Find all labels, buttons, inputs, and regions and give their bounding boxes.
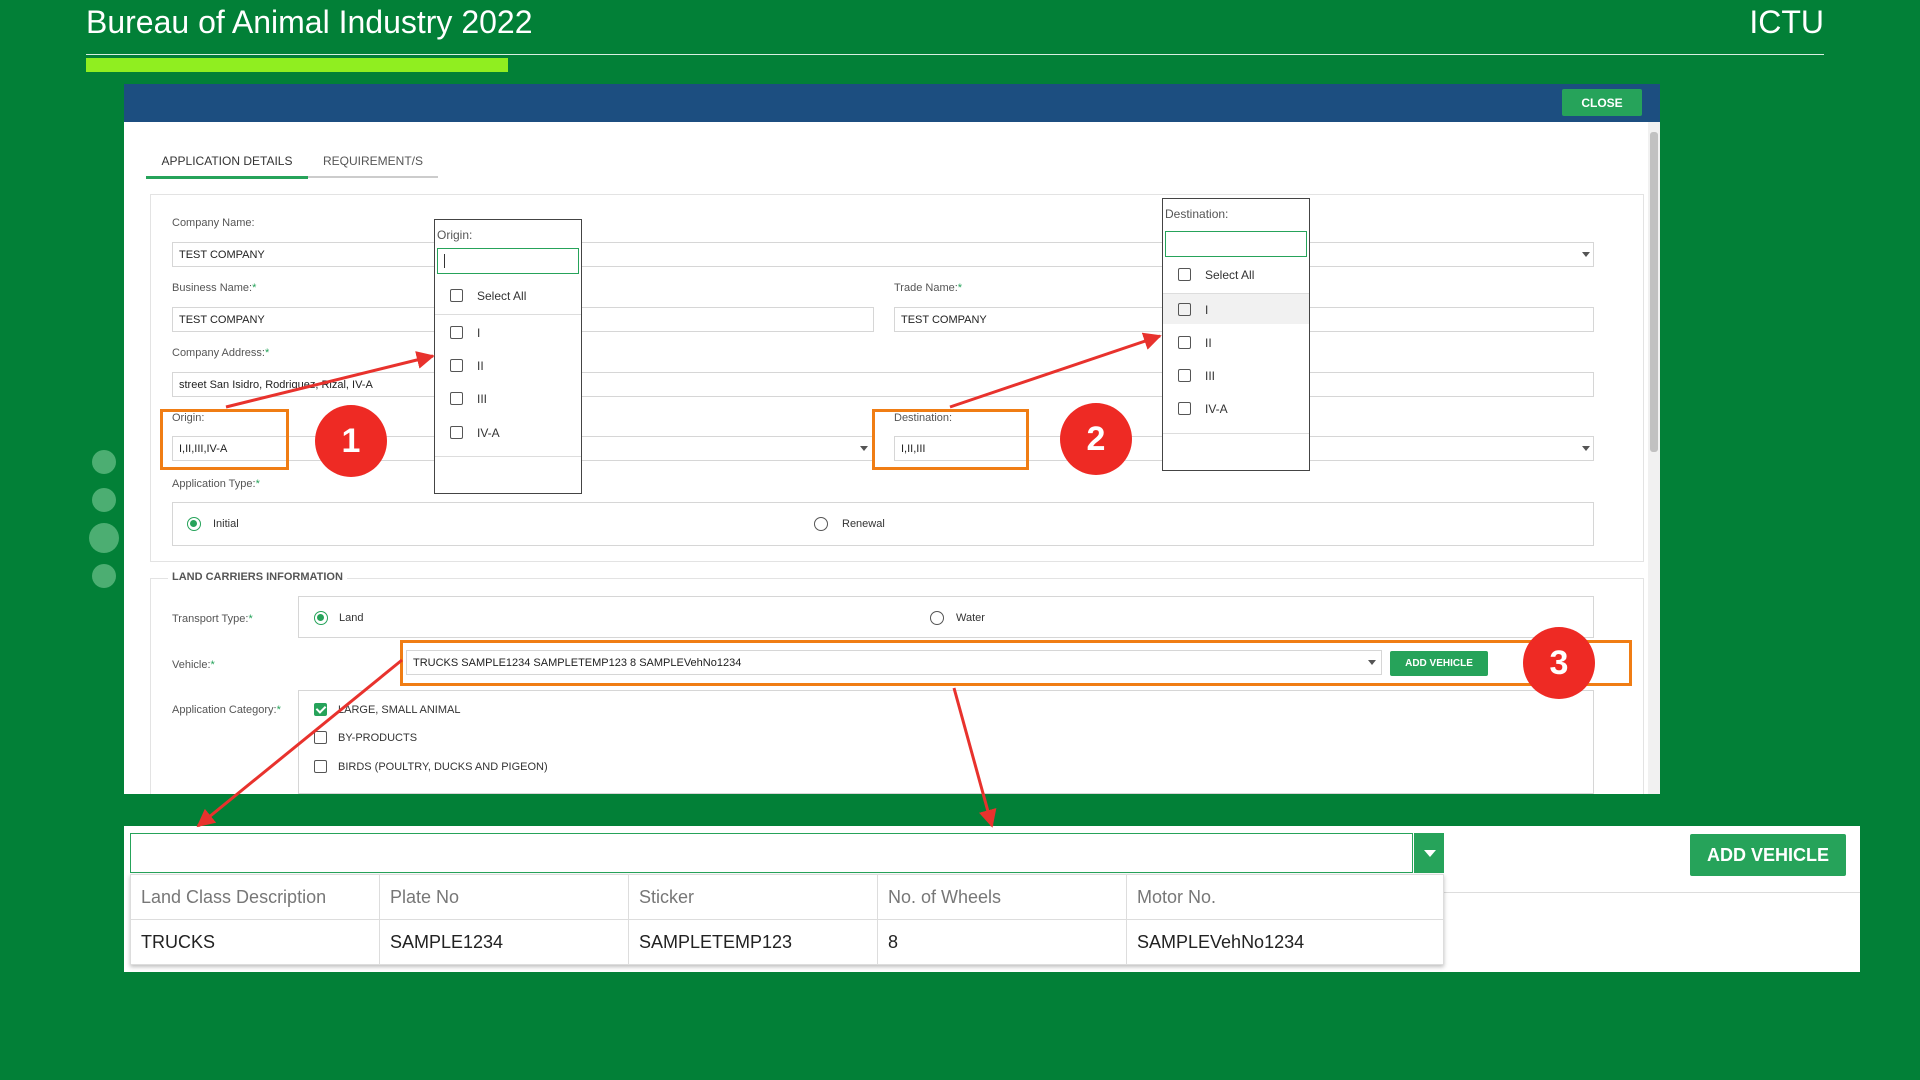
origin-option-checkbox[interactable] bbox=[450, 392, 463, 405]
scrollbar[interactable] bbox=[1648, 122, 1660, 794]
zoom-divider bbox=[1444, 892, 1860, 893]
origin-option-checkbox[interactable] bbox=[450, 326, 463, 339]
destination-option-label: IV-A bbox=[1205, 402, 1228, 416]
checkbox-by-products-label: BY-PRODUCTS bbox=[338, 732, 418, 744]
origin-option-label: III bbox=[477, 392, 488, 406]
trade-name-value: TEST COMPANY bbox=[901, 314, 987, 326]
origin-search-input[interactable] bbox=[437, 248, 579, 274]
company-address-field[interactable]: street San Isidro, Rodriguez, Rizal, IV-… bbox=[172, 372, 1594, 397]
transport-type-label: Transport Type:* bbox=[172, 613, 253, 625]
origin-highlight bbox=[160, 409, 289, 470]
destination-option-checkbox[interactable] bbox=[1178, 402, 1191, 415]
chevron-down-icon bbox=[1582, 252, 1590, 257]
destination-dropdown: Destination: Select All I II III IV-A bbox=[1162, 198, 1310, 471]
land-carriers-title: LAND CARRIERS INFORMATION bbox=[168, 571, 347, 583]
radio-initial-label: Initial bbox=[213, 518, 239, 530]
application-category-group bbox=[298, 690, 1594, 794]
origin-option-label: II bbox=[477, 359, 484, 373]
origin-option-label: I bbox=[477, 326, 481, 340]
origin-select-all-checkbox[interactable] bbox=[450, 289, 463, 302]
title-rule bbox=[86, 54, 1824, 55]
origin-select-all-label: Select All bbox=[477, 289, 527, 303]
vehicle-dropdown-zoom: ADD VEHICLE Land Class Description Plate… bbox=[124, 826, 1860, 972]
vehicle-table-header: Land Class Description Plate No Sticker … bbox=[130, 874, 1444, 920]
transport-type-group bbox=[298, 596, 1594, 638]
company-address-label: Company Address:* bbox=[172, 347, 270, 359]
checkbox-large-small-animal-label: LARGE, SMALL ANIMAL bbox=[338, 704, 461, 716]
company-name-select[interactable]: TEST COMPANY bbox=[172, 242, 1594, 267]
origin-dropdown-title: Origin: bbox=[437, 228, 473, 242]
trade-name-label: Trade Name:* bbox=[894, 282, 963, 294]
business-name-label: Business Name:* bbox=[172, 282, 257, 294]
zoom-add-vehicle-button[interactable]: ADD VEHICLE bbox=[1690, 834, 1846, 876]
table-cell: 8 bbox=[877, 919, 1127, 965]
decor-dot bbox=[89, 523, 119, 553]
radio-renewal[interactable] bbox=[814, 517, 828, 531]
destination-select-all-label: Select All bbox=[1205, 268, 1255, 282]
origin-dropdown: Origin: Select All I II III IV-A bbox=[434, 219, 582, 494]
table-row[interactable]: TRUCKS SAMPLE1234 SAMPLETEMP123 8 SAMPLE… bbox=[130, 919, 1444, 965]
close-button[interactable]: CLOSE bbox=[1562, 89, 1642, 116]
checkbox-birds-label: BIRDS (POULTRY, DUCKS AND PIGEON) bbox=[338, 761, 548, 773]
origin-option-label: IV-A bbox=[477, 426, 500, 440]
destination-highlight bbox=[872, 409, 1029, 470]
company-address-value: street San Isidro, Rodriguez, Rizal, IV-… bbox=[179, 379, 373, 391]
tab-application-details[interactable]: APPLICATION DETAILS bbox=[146, 146, 308, 179]
application-type-label: Application Type:* bbox=[172, 478, 260, 490]
radio-water-label: Water bbox=[956, 612, 985, 624]
scroll-thumb[interactable] bbox=[1650, 132, 1658, 452]
decor-dot bbox=[92, 564, 116, 588]
destination-option-checkbox[interactable] bbox=[1178, 336, 1191, 349]
column-header: Sticker bbox=[628, 874, 878, 920]
step-badge-2: 2 bbox=[1060, 403, 1132, 475]
column-header: Motor No. bbox=[1126, 874, 1444, 920]
origin-option-checkbox[interactable] bbox=[450, 426, 463, 439]
checkbox-birds[interactable] bbox=[314, 760, 327, 773]
vehicle-zoom-dropdown-toggle[interactable] bbox=[1414, 833, 1444, 873]
company-name-value: TEST COMPANY bbox=[179, 249, 265, 261]
vehicle-zoom-input[interactable] bbox=[130, 833, 1413, 873]
table-cell: SAMPLEVehNo1234 bbox=[1126, 919, 1444, 965]
column-header: Land Class Description bbox=[130, 874, 380, 920]
vehicle-table: Land Class Description Plate No Sticker … bbox=[130, 874, 1444, 965]
app-header: CLOSE bbox=[124, 84, 1660, 122]
column-header: Plate No bbox=[379, 874, 629, 920]
chevron-down-icon bbox=[1424, 850, 1436, 857]
radio-water[interactable] bbox=[930, 611, 944, 625]
vehicle-highlight bbox=[400, 640, 1632, 686]
table-cell: TRUCKS bbox=[130, 919, 380, 965]
checkbox-by-products[interactable] bbox=[314, 731, 327, 744]
chevron-down-icon bbox=[1582, 446, 1590, 451]
business-name-value: TEST COMPANY bbox=[179, 314, 265, 326]
destination-option-label: II bbox=[1205, 336, 1212, 350]
decor-dot bbox=[92, 488, 116, 512]
chevron-down-icon bbox=[860, 446, 868, 451]
radio-renewal-label: Renewal bbox=[842, 518, 885, 530]
slide-org: ICTU bbox=[1749, 4, 1824, 40]
slide-title: Bureau of Animal Industry 2022 bbox=[86, 4, 533, 40]
destination-option-checkbox[interactable] bbox=[1178, 369, 1191, 382]
step-badge-1: 1 bbox=[315, 405, 387, 477]
step-badge-3: 3 bbox=[1523, 627, 1595, 699]
table-cell: SAMPLE1234 bbox=[379, 919, 629, 965]
destination-option-label: I bbox=[1205, 303, 1209, 317]
company-name-label: Company Name: bbox=[172, 217, 255, 229]
table-cell: SAMPLETEMP123 bbox=[628, 919, 878, 965]
vehicle-label: Vehicle:* bbox=[172, 659, 215, 671]
origin-option-checkbox[interactable] bbox=[450, 359, 463, 372]
radio-land-label: Land bbox=[339, 612, 364, 624]
radio-land[interactable] bbox=[314, 611, 328, 625]
tab-requirements[interactable]: REQUIREMENT/S bbox=[308, 146, 438, 178]
application-category-label: Application Category:* bbox=[172, 704, 281, 716]
destination-option-label: III bbox=[1205, 369, 1216, 383]
destination-select-all-checkbox[interactable] bbox=[1178, 268, 1191, 281]
destination-dropdown-title: Destination: bbox=[1165, 207, 1229, 221]
checkbox-large-small-animal[interactable] bbox=[314, 703, 327, 716]
radio-initial[interactable] bbox=[187, 517, 201, 531]
column-header: No. of Wheels bbox=[877, 874, 1127, 920]
decor-dot bbox=[92, 450, 116, 474]
destination-option-checkbox[interactable] bbox=[1178, 303, 1191, 316]
destination-search-input[interactable] bbox=[1165, 231, 1307, 257]
accent-bar bbox=[86, 58, 508, 72]
